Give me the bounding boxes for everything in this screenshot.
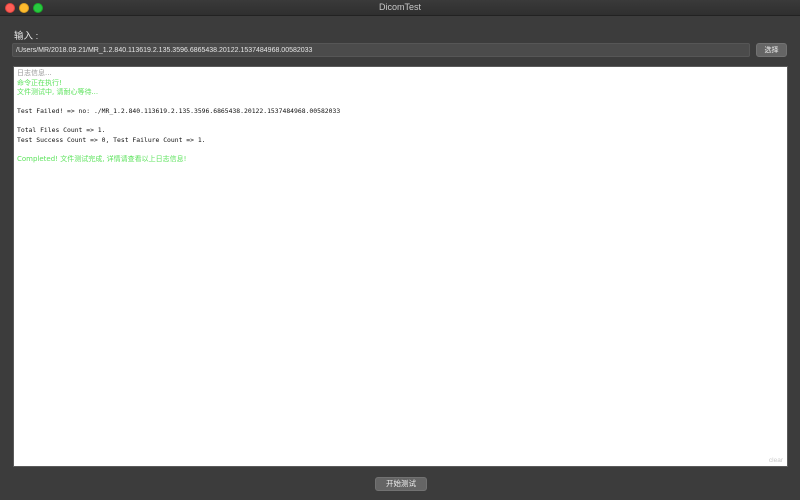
- log-line: Total Files Count => 1.: [17, 126, 106, 134]
- log-blank-line: [17, 117, 784, 127]
- log-lines: 日志信息... 命令正在执行! 文件测试中, 请耐心等待... Test Failed…: [17, 69, 784, 164]
- window-title: DicomTest: [378, 2, 421, 12]
- clear-log-button[interactable]: clear: [769, 457, 783, 464]
- choose-button[interactable]: 选择: [756, 43, 787, 57]
- log-blank-line: [17, 145, 784, 155]
- log-line: Test Success Count => 0, Test Failure Co…: [17, 135, 206, 144]
- input-label: 输入 :: [14, 31, 39, 42]
- title-bar: DicomTest: [0, 0, 800, 16]
- log-line: 命令正在执行!: [17, 78, 62, 87]
- log-line: 日志信息...: [17, 69, 52, 77]
- path-input[interactable]: [12, 43, 750, 57]
- log-line: Completed! 文件测试完成, 详情请查看以上日志信息!: [17, 154, 187, 163]
- log-blank-line: [17, 98, 784, 108]
- log-line: 文件测试中, 请耐心等待...: [17, 88, 99, 96]
- start-test-button[interactable]: 开始测试: [375, 477, 427, 491]
- log-line: Test Failed! => no: ./MR_1.2.840.113619.…: [17, 107, 341, 115]
- log-output-area[interactable]: 日志信息... 命令正在执行! 文件测试中, 请耐心等待... Test Failed…: [13, 66, 788, 467]
